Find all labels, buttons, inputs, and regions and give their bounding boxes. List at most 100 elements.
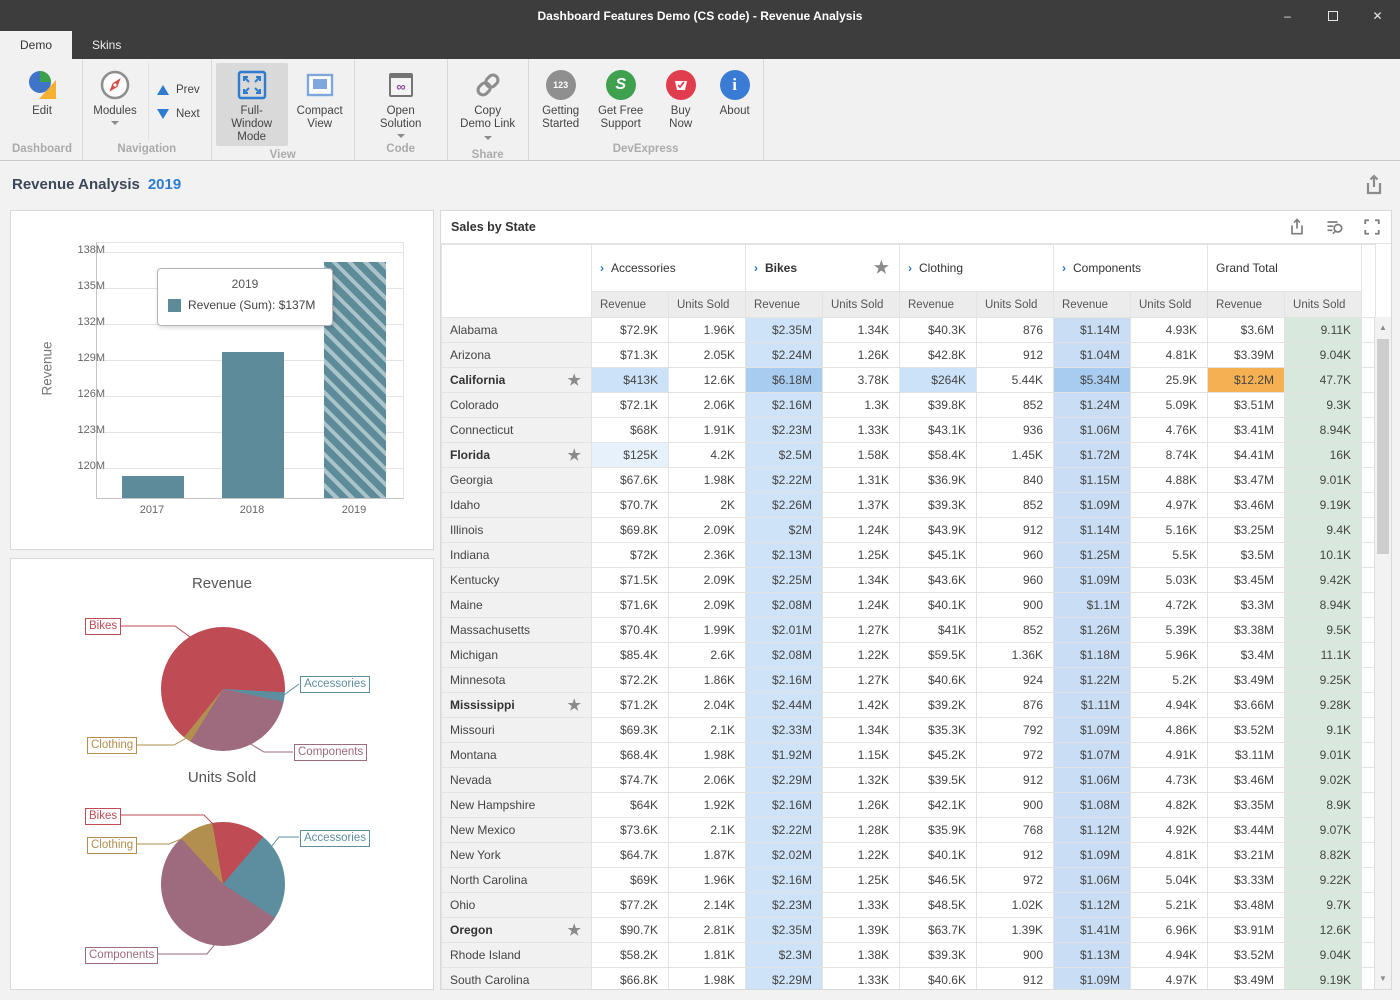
subheader-revenue[interactable]: Revenue: [1208, 292, 1285, 318]
value-cell[interactable]: $1.06M: [1054, 868, 1131, 893]
value-cell[interactable]: $72K: [592, 543, 669, 568]
state-cell[interactable]: Montana: [442, 743, 592, 768]
value-cell[interactable]: $1.09M: [1054, 968, 1131, 991]
open-solution-button[interactable]: ∞ Open Solution: [359, 63, 443, 140]
value-cell[interactable]: 4.2K: [669, 443, 746, 468]
revenue-pie-chart[interactable]: [161, 627, 285, 751]
value-cell[interactable]: $1.06M: [1054, 418, 1131, 443]
state-cell[interactable]: New York: [442, 843, 592, 868]
value-cell[interactable]: 5.5K: [1131, 543, 1208, 568]
value-cell[interactable]: $2.16M: [746, 668, 823, 693]
value-cell[interactable]: $90.7K: [592, 918, 669, 943]
state-cell[interactable]: Arizona: [442, 343, 592, 368]
value-cell[interactable]: $1.92M: [746, 743, 823, 768]
value-cell[interactable]: $3.5M: [1208, 543, 1285, 568]
value-cell[interactable]: 1.96K: [669, 318, 746, 343]
bar-2017[interactable]: [122, 476, 184, 498]
value-cell[interactable]: 1.91K: [669, 418, 746, 443]
value-cell[interactable]: 792: [977, 718, 1054, 743]
value-cell[interactable]: 972: [977, 743, 1054, 768]
value-cell[interactable]: 9.07K: [1285, 818, 1362, 843]
value-cell[interactable]: 852: [977, 393, 1054, 418]
value-cell[interactable]: $1.25M: [1054, 543, 1131, 568]
value-cell[interactable]: $2.24M: [746, 343, 823, 368]
subheader-units-sold[interactable]: Units Sold: [1285, 292, 1362, 318]
value-cell[interactable]: 4.72K: [1131, 593, 1208, 618]
value-cell[interactable]: $4.41M: [1208, 443, 1285, 468]
value-cell[interactable]: $40.3K: [900, 318, 977, 343]
value-cell[interactable]: $12.2M: [1208, 368, 1285, 393]
value-cell[interactable]: $69K: [592, 868, 669, 893]
value-cell[interactable]: $1.08M: [1054, 793, 1131, 818]
value-cell[interactable]: 4.94K: [1131, 943, 1208, 968]
value-cell[interactable]: $68K: [592, 418, 669, 443]
value-cell[interactable]: 1.24K: [823, 518, 900, 543]
value-cell[interactable]: 8.74K: [1131, 443, 1208, 468]
value-cell[interactable]: $2.02M: [746, 843, 823, 868]
value-cell[interactable]: $39.3K: [900, 943, 977, 968]
state-cell[interactable]: Oregon★: [442, 918, 592, 943]
bar-2019[interactable]: [324, 262, 386, 498]
scroll-up-icon[interactable]: ▲: [1375, 319, 1391, 336]
value-cell[interactable]: 900: [977, 793, 1054, 818]
value-cell[interactable]: 9.04K: [1285, 343, 1362, 368]
state-cell[interactable]: Kentucky: [442, 568, 592, 593]
value-cell[interactable]: 1.33K: [823, 968, 900, 991]
value-cell[interactable]: 4.97K: [1131, 493, 1208, 518]
state-cell[interactable]: Colorado: [442, 393, 592, 418]
value-cell[interactable]: $2.33M: [746, 718, 823, 743]
value-cell[interactable]: $3.21M: [1208, 843, 1285, 868]
value-cell[interactable]: $2.35M: [746, 318, 823, 343]
state-cell[interactable]: Missouri: [442, 718, 592, 743]
value-cell[interactable]: 912: [977, 768, 1054, 793]
column-group-components[interactable]: ›Components: [1054, 245, 1208, 292]
value-cell[interactable]: 4.73K: [1131, 768, 1208, 793]
next-button[interactable]: Next: [157, 108, 200, 120]
value-cell[interactable]: 1.92K: [669, 793, 746, 818]
value-cell[interactable]: 5.44K: [977, 368, 1054, 393]
value-cell[interactable]: $3.33M: [1208, 868, 1285, 893]
value-cell[interactable]: 1.34K: [823, 318, 900, 343]
value-cell[interactable]: $35.9K: [900, 818, 977, 843]
value-cell[interactable]: $1.12M: [1054, 893, 1131, 918]
value-cell[interactable]: 1.33K: [823, 418, 900, 443]
close-icon[interactable]: ✕: [1355, 0, 1400, 31]
value-cell[interactable]: 912: [977, 843, 1054, 868]
value-cell[interactable]: 9.28K: [1285, 693, 1362, 718]
value-cell[interactable]: $64K: [592, 793, 669, 818]
value-cell[interactable]: 47.7K: [1285, 368, 1362, 393]
value-cell[interactable]: $2.3M: [746, 943, 823, 968]
value-cell[interactable]: $3.46M: [1208, 493, 1285, 518]
value-cell[interactable]: $3.41M: [1208, 418, 1285, 443]
value-cell[interactable]: $71.5K: [592, 568, 669, 593]
value-cell[interactable]: $35.3K: [900, 718, 977, 743]
value-cell[interactable]: 2.06K: [669, 768, 746, 793]
value-cell[interactable]: $43.9K: [900, 518, 977, 543]
state-cell[interactable]: South Carolina: [442, 968, 592, 991]
value-cell[interactable]: 5.09K: [1131, 393, 1208, 418]
value-cell[interactable]: 11.1K: [1285, 643, 1362, 668]
value-cell[interactable]: $3.3M: [1208, 593, 1285, 618]
column-group-clothing[interactable]: ›Clothing: [900, 245, 1054, 292]
value-cell[interactable]: $67.6K: [592, 468, 669, 493]
value-cell[interactable]: $39.5K: [900, 768, 977, 793]
value-cell[interactable]: $3.66M: [1208, 693, 1285, 718]
value-cell[interactable]: $72.2K: [592, 668, 669, 693]
value-cell[interactable]: $2.29M: [746, 968, 823, 991]
value-cell[interactable]: 1.96K: [669, 868, 746, 893]
value-cell[interactable]: $1.07M: [1054, 743, 1131, 768]
value-cell[interactable]: 4.97K: [1131, 968, 1208, 991]
subheader-revenue[interactable]: Revenue: [592, 292, 669, 318]
subheader-units-sold[interactable]: Units Sold: [977, 292, 1054, 318]
value-cell[interactable]: 1.98K: [669, 468, 746, 493]
state-cell[interactable]: Minnesota: [442, 668, 592, 693]
value-cell[interactable]: $3.38M: [1208, 618, 1285, 643]
subheader-revenue[interactable]: Revenue: [746, 292, 823, 318]
value-cell[interactable]: $413K: [592, 368, 669, 393]
value-cell[interactable]: 1.22K: [823, 843, 900, 868]
value-cell[interactable]: 1.58K: [823, 443, 900, 468]
buy-now-button[interactable]: Buy Now: [653, 63, 709, 140]
value-cell[interactable]: $85.4K: [592, 643, 669, 668]
value-cell[interactable]: $264K: [900, 368, 977, 393]
value-cell[interactable]: 9.5K: [1285, 618, 1362, 643]
